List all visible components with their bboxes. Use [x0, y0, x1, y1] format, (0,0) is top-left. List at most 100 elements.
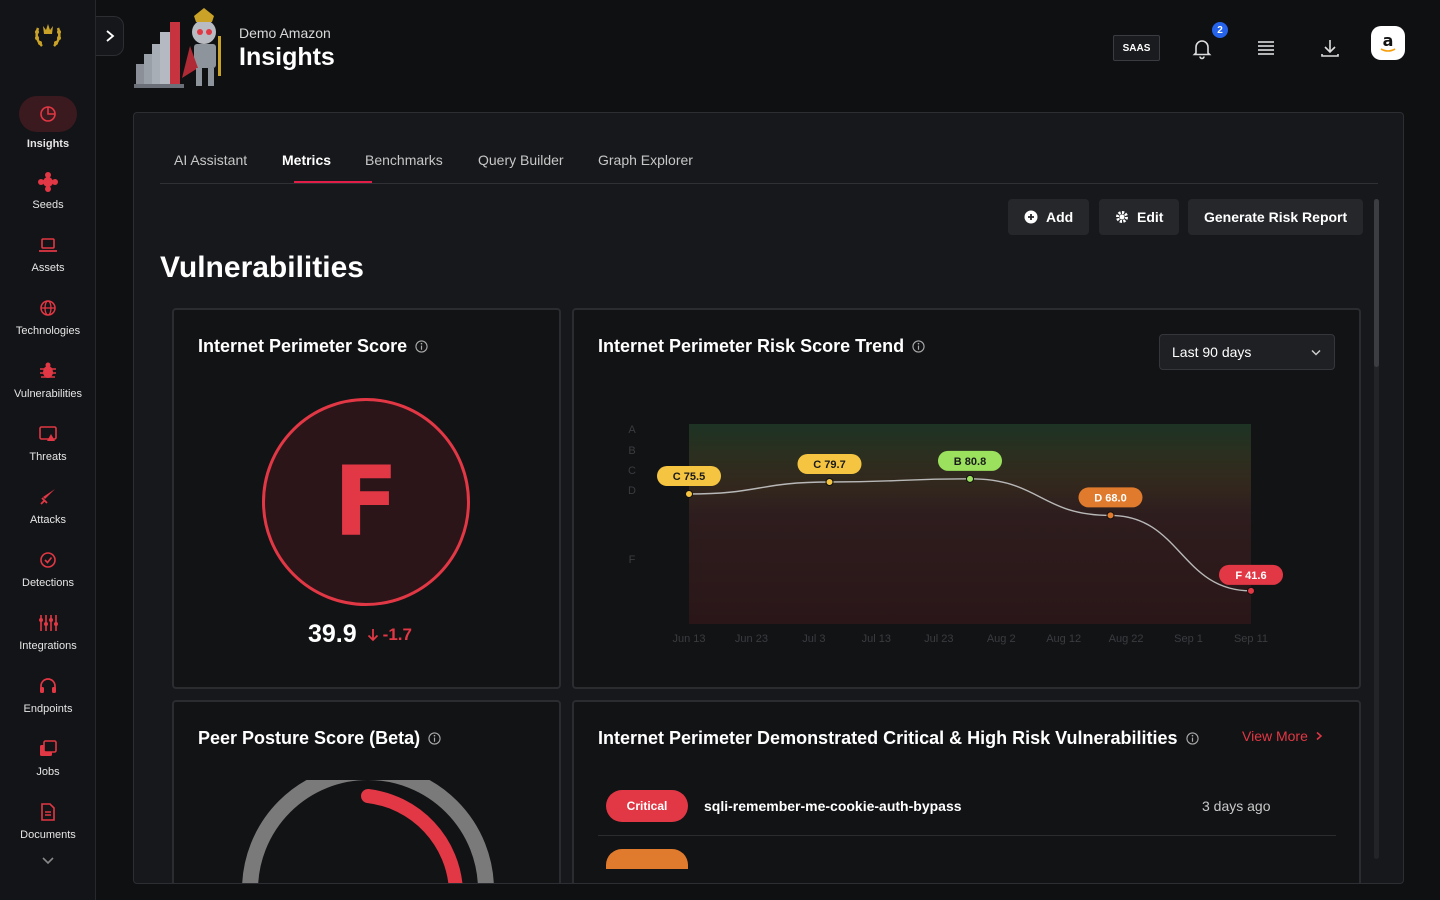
table-row[interactable]: Critical sqli-remember-me-cookie-auth-by… — [598, 784, 1336, 836]
gear-icon — [1116, 211, 1128, 223]
vulnerability-name[interactable]: sqli-remember-me-cookie-auth-bypass — [704, 798, 962, 814]
tab-query-builder[interactable]: Query Builder — [478, 152, 564, 168]
score-row: 39.9 -1.7 — [308, 620, 412, 649]
environment-badge[interactable]: SAAS — [1113, 35, 1160, 61]
tab-bar: AI Assistant Metrics Benchmarks Query Bu… — [160, 141, 1378, 184]
perimeter-score-title: Internet Perimeter Score — [198, 336, 428, 357]
list-icon[interactable] — [1254, 36, 1278, 60]
tab-benchmarks[interactable]: Benchmarks — [365, 152, 443, 168]
score-value: 39.9 — [308, 620, 357, 648]
data-point — [1247, 586, 1255, 595]
sidebar-item-integrations[interactable]: Integrations — [0, 612, 96, 672]
sidebar-item-insights[interactable]: Insights — [0, 96, 96, 156]
laurel-logo-icon[interactable] — [28, 14, 68, 54]
active-tab-indicator — [294, 181, 372, 183]
peer-posture-title: Peer Posture Score (Beta) — [198, 728, 441, 749]
avatar-letter: a — [1383, 31, 1394, 50]
sidebar-item-label: Detections — [22, 577, 74, 589]
check-circle-icon — [40, 552, 56, 568]
amazon-logo-icon: a — [1380, 31, 1396, 52]
sidebar-item-label: Technologies — [15, 325, 81, 337]
jobs-icon — [40, 740, 57, 756]
y-band-label: B — [628, 445, 635, 457]
laptop-icon — [39, 238, 57, 252]
x-tick-label: Aug 22 — [1109, 633, 1144, 645]
chevron-down-icon — [1311, 349, 1321, 356]
sidebar-item-threats[interactable]: Threats — [0, 423, 96, 483]
tab-graph-explorer[interactable]: Graph Explorer — [598, 152, 693, 168]
notification-count-badge: 2 — [1212, 22, 1228, 38]
score-delta-value: -1.7 — [382, 625, 412, 644]
critical-vulns-title: Internet Perimeter Demonstrated Critical… — [598, 728, 1199, 749]
y-band-label: C — [628, 465, 636, 477]
sword-icon — [40, 489, 55, 505]
time-range-select[interactable]: Last 90 days — [1159, 334, 1335, 370]
data-point — [825, 478, 834, 486]
sidebar-item-attacks[interactable]: Attacks — [0, 486, 96, 546]
download-icon[interactable] — [1318, 36, 1342, 60]
seed-icon — [38, 172, 58, 192]
perimeter-score-card: Internet Perimeter Score F 39.9 -1.7 — [172, 308, 561, 689]
perimeter-score-title-text: Internet Perimeter Score — [198, 336, 408, 356]
sidebar: Insights Seeds Assets Technologies Vulnerabi… — [0, 0, 96, 900]
sidebar-item-technologies[interactable]: Technologies — [0, 297, 96, 357]
sidebar-item-label: Attacks — [29, 514, 67, 526]
x-tick-label: Sep 11 — [1234, 633, 1268, 645]
bell-icon[interactable] — [1190, 36, 1214, 60]
sidebar-item-label: Insights — [26, 138, 70, 150]
sidebar-item-assets[interactable]: Assets — [0, 234, 96, 294]
sidebar-toggle-button[interactable] — [96, 16, 124, 56]
x-tick-label: Jun 23 — [735, 633, 768, 645]
edit-button-label: Edit — [1137, 209, 1164, 225]
chevron-down-icon[interactable] — [40, 852, 56, 868]
info-icon[interactable] — [428, 732, 441, 745]
info-icon[interactable] — [415, 340, 428, 353]
sidebar-item-seeds[interactable]: Seeds — [0, 171, 96, 231]
mascot-illustration — [134, 8, 221, 88]
active-pill — [19, 96, 77, 132]
page-title: Insights — [239, 43, 335, 71]
sidebar-item-label: Seeds — [32, 199, 64, 211]
view-more-label: View More — [1242, 728, 1308, 744]
x-tick-label: Jul 13 — [862, 633, 891, 645]
x-tick-label: Jul 3 — [802, 633, 825, 645]
data-point — [685, 490, 693, 498]
sidebar-item-label: Jobs — [36, 766, 60, 778]
data-point — [1106, 511, 1115, 520]
sidebar-item-vulnerabilities[interactable]: Vulnerabilities — [0, 360, 96, 420]
sidebar-item-endpoints[interactable]: Endpoints — [0, 675, 96, 735]
severity-badge — [606, 849, 688, 869]
integrations-icon — [39, 615, 58, 631]
critical-vulns-card: Internet Perimeter Demonstrated Critical… — [572, 700, 1361, 883]
tab-metrics[interactable]: Metrics — [282, 152, 331, 168]
add-button[interactable]: Add — [1008, 199, 1090, 235]
tab-ai-assistant[interactable]: AI Assistant — [174, 152, 247, 168]
sidebar-item-label: Assets — [31, 262, 65, 274]
threat-icon — [39, 426, 57, 441]
y-band-label: A — [628, 424, 636, 436]
grade-letter: F — [333, 446, 399, 558]
document-icon — [41, 803, 55, 821]
info-icon[interactable] — [1185, 732, 1199, 745]
y-band-label: D — [628, 485, 636, 497]
section-title: Vulnerabilities — [160, 251, 364, 284]
scrollbar-thumb[interactable] — [1374, 199, 1379, 367]
view-more-link[interactable]: View More — [1242, 728, 1324, 744]
org-name: Demo Amazon — [239, 25, 331, 41]
generate-risk-report-button[interactable]: Generate Risk Report — [1188, 199, 1364, 235]
severity-badge: Critical — [606, 790, 688, 822]
info-icon[interactable] — [912, 340, 925, 353]
risk-trend-chart: ABCD F Jun 13 Jun 23 Jul 3 Jul 13 Jul 23 Aug 2 A… — [628, 424, 1283, 645]
risk-trend-card: Internet Perimeter Risk Score Trend Last… — [572, 308, 1361, 689]
arrow-down-icon — [367, 629, 378, 642]
data-label: D 68.0 — [1094, 492, 1126, 504]
edit-button[interactable]: Edit — [1099, 199, 1180, 235]
data-label: C 75.5 — [673, 471, 705, 483]
org-avatar[interactable]: a — [1371, 26, 1405, 60]
sidebar-item-detections[interactable]: Detections — [0, 549, 96, 609]
headset-icon — [40, 678, 56, 693]
sidebar-item-jobs[interactable]: Jobs — [0, 738, 96, 798]
sidebar-item-label: Documents — [20, 829, 76, 841]
bug-icon — [40, 362, 56, 378]
critical-vulns-title-text: Internet Perimeter Demonstrated Critical… — [598, 728, 1178, 748]
